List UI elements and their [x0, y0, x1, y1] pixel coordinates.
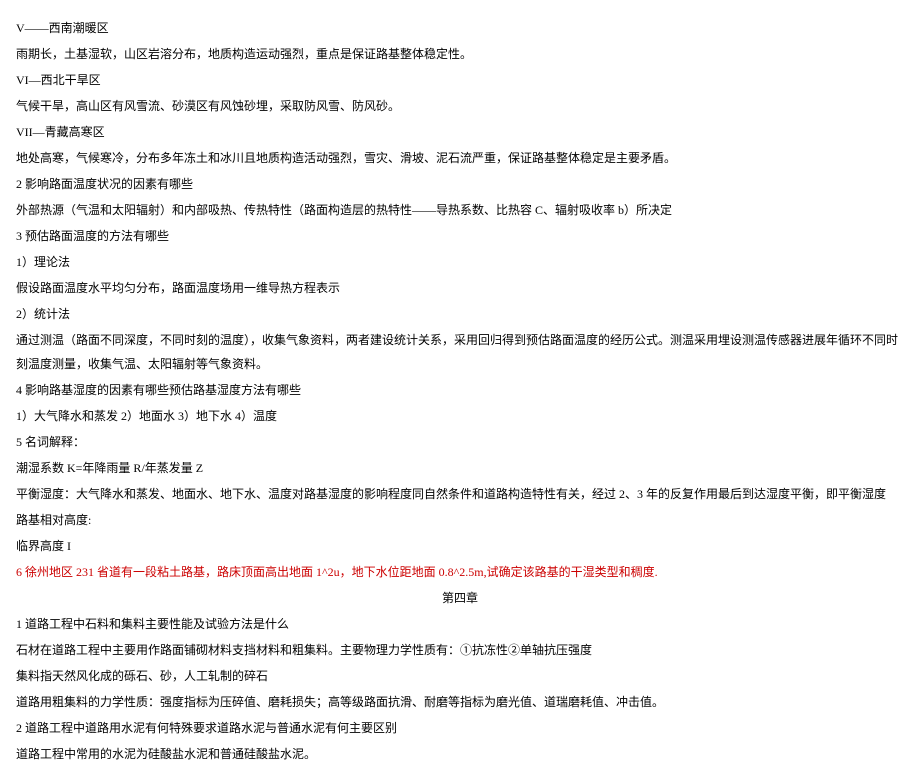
text-line: 2 影响路面温度状况的因素有哪些 [16, 172, 904, 196]
text-line: 地处高寒，气候寒冷，分布多年冻土和冰川且地质构造活动强烈，雪灾、滑坡、泥石流严重… [16, 146, 904, 170]
text-line: 外部热源（气温和太阳辐射）和内部吸热、传热特性（路面构造层的热特性——导热系数、… [16, 198, 904, 222]
text-line: 临界高度 I [16, 534, 904, 558]
text-line: 石材在道路工程中主要用作路面铺砌材料支挡材料和粗集料。主要物理力学性质有：①抗冻… [16, 638, 904, 662]
text-line: 第四章 [16, 586, 904, 610]
document-body: V——西南潮暖区雨期长，土基湿软，山区岩溶分布，地质构造运动强烈，重点是保证路基… [16, 16, 904, 766]
text-line: 2 道路工程中道路用水泥有何特殊要求道路水泥与普通水泥有何主要区别 [16, 716, 904, 740]
text-line: 道路用粗集料的力学性质：强度指标为压碎值、磨耗损失；高等级路面抗滑、耐磨等指标为… [16, 690, 904, 714]
text-line: 5 名词解释： [16, 430, 904, 454]
text-line: 1）理论法 [16, 250, 904, 274]
text-line: 1 道路工程中石料和集料主要性能及试验方法是什么 [16, 612, 904, 636]
text-line: VII—青藏高寒区 [16, 120, 904, 144]
text-line: 道路工程中常用的水泥为硅酸盐水泥和普通硅酸盐水泥。 [16, 742, 904, 766]
text-line: 潮湿系数 K=年降雨量 R/年蒸发量 Z [16, 456, 904, 480]
text-line: 3 预估路面温度的方法有哪些 [16, 224, 904, 248]
text-line: 4 影响路基湿度的因素有哪些预估路基湿度方法有哪些 [16, 378, 904, 402]
text-line: V——西南潮暖区 [16, 16, 904, 40]
text-line: VI—西北干旱区 [16, 68, 904, 92]
text-line: 6 徐州地区 231 省道有一段粘土路基，路床顶面高出地面 1^2u，地下水位距… [16, 560, 904, 584]
text-line: 通过测温（路面不同深度，不同时刻的温度），收集气象资料，两者建设统计关系，采用回… [16, 328, 904, 376]
text-line: 2）统计法 [16, 302, 904, 326]
text-line: 气候干旱，高山区有风雪流、砂漠区有风蚀砂埋，采取防风雪、防风砂。 [16, 94, 904, 118]
text-line: 雨期长，土基湿软，山区岩溶分布，地质构造运动强烈，重点是保证路基整体稳定性。 [16, 42, 904, 66]
text-line: 1）大气降水和蒸发 2）地面水 3）地下水 4）温度 [16, 404, 904, 428]
text-line: 路基相对高度: [16, 508, 904, 532]
text-line: 平衡湿度：大气降水和蒸发、地面水、地下水、温度对路基湿度的影响程度同自然条件和道… [16, 482, 904, 506]
text-line: 集料指天然风化成的砾石、砂，人工轧制的碎石 [16, 664, 904, 688]
text-line: 假设路面温度水平均匀分布，路面温度场用一维导热方程表示 [16, 276, 904, 300]
